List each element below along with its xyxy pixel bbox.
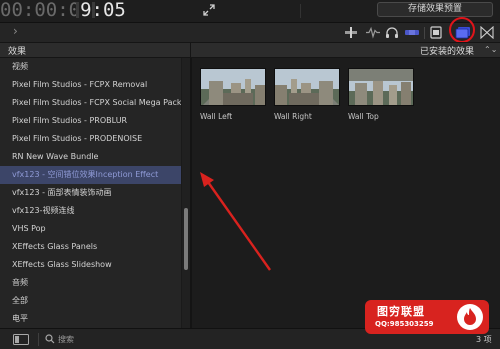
category-item[interactable]: Pixel Film Studios - FCPX Social Mega Pa… bbox=[0, 94, 181, 112]
scrollbar-track[interactable] bbox=[181, 58, 190, 328]
fullscreen-icon[interactable] bbox=[202, 3, 216, 17]
category-item-selected[interactable]: vfx123 - 空间错位效果Inception Effect bbox=[0, 166, 181, 184]
viewer-top-bar: 00:00:09:05 存储效果预置 bbox=[0, 0, 500, 22]
category-item[interactable]: XEffects Glass Panels bbox=[0, 238, 181, 256]
effect-tile[interactable]: Wall Left bbox=[200, 68, 266, 121]
effect-tile[interactable]: Wall Top bbox=[348, 68, 414, 121]
search-input[interactable] bbox=[58, 332, 438, 346]
effect-thumbnail[interactable] bbox=[200, 68, 266, 106]
search-icon bbox=[45, 334, 55, 344]
effect-thumbnail[interactable] bbox=[274, 68, 340, 106]
watermark-logo: 图穷联盟 QQ:985303259 bbox=[365, 300, 489, 334]
category-item[interactable]: 电平 bbox=[0, 310, 181, 328]
effect-tile[interactable]: Wall Right bbox=[274, 68, 340, 121]
divider bbox=[300, 4, 301, 18]
effect-name: Wall Left bbox=[200, 112, 233, 121]
category-heading[interactable]: 视频 bbox=[0, 58, 181, 76]
timecode-prefix: 00:00:0 bbox=[0, 0, 81, 21]
category-item[interactable]: 全部 bbox=[0, 292, 181, 310]
effect-thumbnail[interactable] bbox=[348, 68, 414, 106]
effects-grid: Wall Left Wall Right Wall Top bbox=[192, 58, 500, 328]
watermark-subtitle: QQ:985303259 bbox=[375, 320, 434, 328]
effect-name: Wall Top bbox=[348, 112, 379, 121]
installed-effects-filter[interactable]: 已安装的效果 bbox=[420, 44, 474, 57]
category-item[interactable]: Pixel Film Studios - FCPX Removal bbox=[0, 76, 181, 94]
panel-title: 效果 bbox=[8, 47, 27, 57]
divider bbox=[424, 27, 425, 39]
category-item[interactable]: vfx123-视频连线 bbox=[0, 202, 181, 220]
timecode-display: 00:00:09:05 bbox=[0, 0, 126, 20]
category-item[interactable]: VHS Pop bbox=[0, 220, 181, 238]
timecode-main: 9:05 bbox=[80, 0, 126, 21]
divider bbox=[38, 333, 39, 346]
watermark-title: 图穷联盟 bbox=[377, 305, 425, 318]
timecode-separator bbox=[92, 2, 95, 18]
chevron-right-icon[interactable]: › bbox=[13, 24, 18, 38]
category-heading[interactable]: 音频 bbox=[0, 274, 181, 292]
browser-header: 效果 已安装的效果 ⌃⌄ bbox=[0, 42, 500, 58]
clip-appearance-icon[interactable] bbox=[430, 26, 442, 39]
chevron-updown-icon[interactable]: ⌃⌄ bbox=[484, 45, 497, 54]
audio-skimming-icon[interactable] bbox=[365, 26, 381, 39]
result-count: 3 项 bbox=[476, 335, 492, 344]
category-item[interactable]: Pixel Film Studios - PRODENOISE bbox=[0, 130, 181, 148]
effect-name: Wall Right bbox=[274, 112, 312, 121]
video-skimming-icon[interactable] bbox=[343, 26, 359, 39]
category-item[interactable]: vfx123 - 面部表情装饰动画 bbox=[0, 184, 181, 202]
category-item[interactable]: Pixel Film Studios - PROBLUR bbox=[0, 112, 181, 130]
flame-icon bbox=[457, 304, 483, 330]
divider bbox=[190, 43, 191, 58]
timeline-toolbar: › bbox=[0, 22, 500, 42]
transitions-browser-icon[interactable] bbox=[480, 26, 494, 39]
headphones-icon[interactable] bbox=[385, 26, 399, 39]
highlight-circle bbox=[449, 17, 475, 43]
effects-category-list: 视频 Pixel Film Studios - FCPX Removal Pixel… bbox=[0, 58, 190, 328]
sidebar-toggle-icon[interactable] bbox=[13, 334, 29, 345]
scrollbar-thumb[interactable] bbox=[184, 208, 188, 270]
category-item[interactable]: XEffects Glass Slideshow bbox=[0, 256, 181, 274]
timecode-separator bbox=[76, 2, 79, 18]
solo-icon[interactable] bbox=[404, 26, 420, 39]
category-item[interactable]: RN New Wave Bundle bbox=[0, 148, 181, 166]
save-effects-preset-button[interactable]: 存储效果预置 bbox=[377, 2, 493, 17]
